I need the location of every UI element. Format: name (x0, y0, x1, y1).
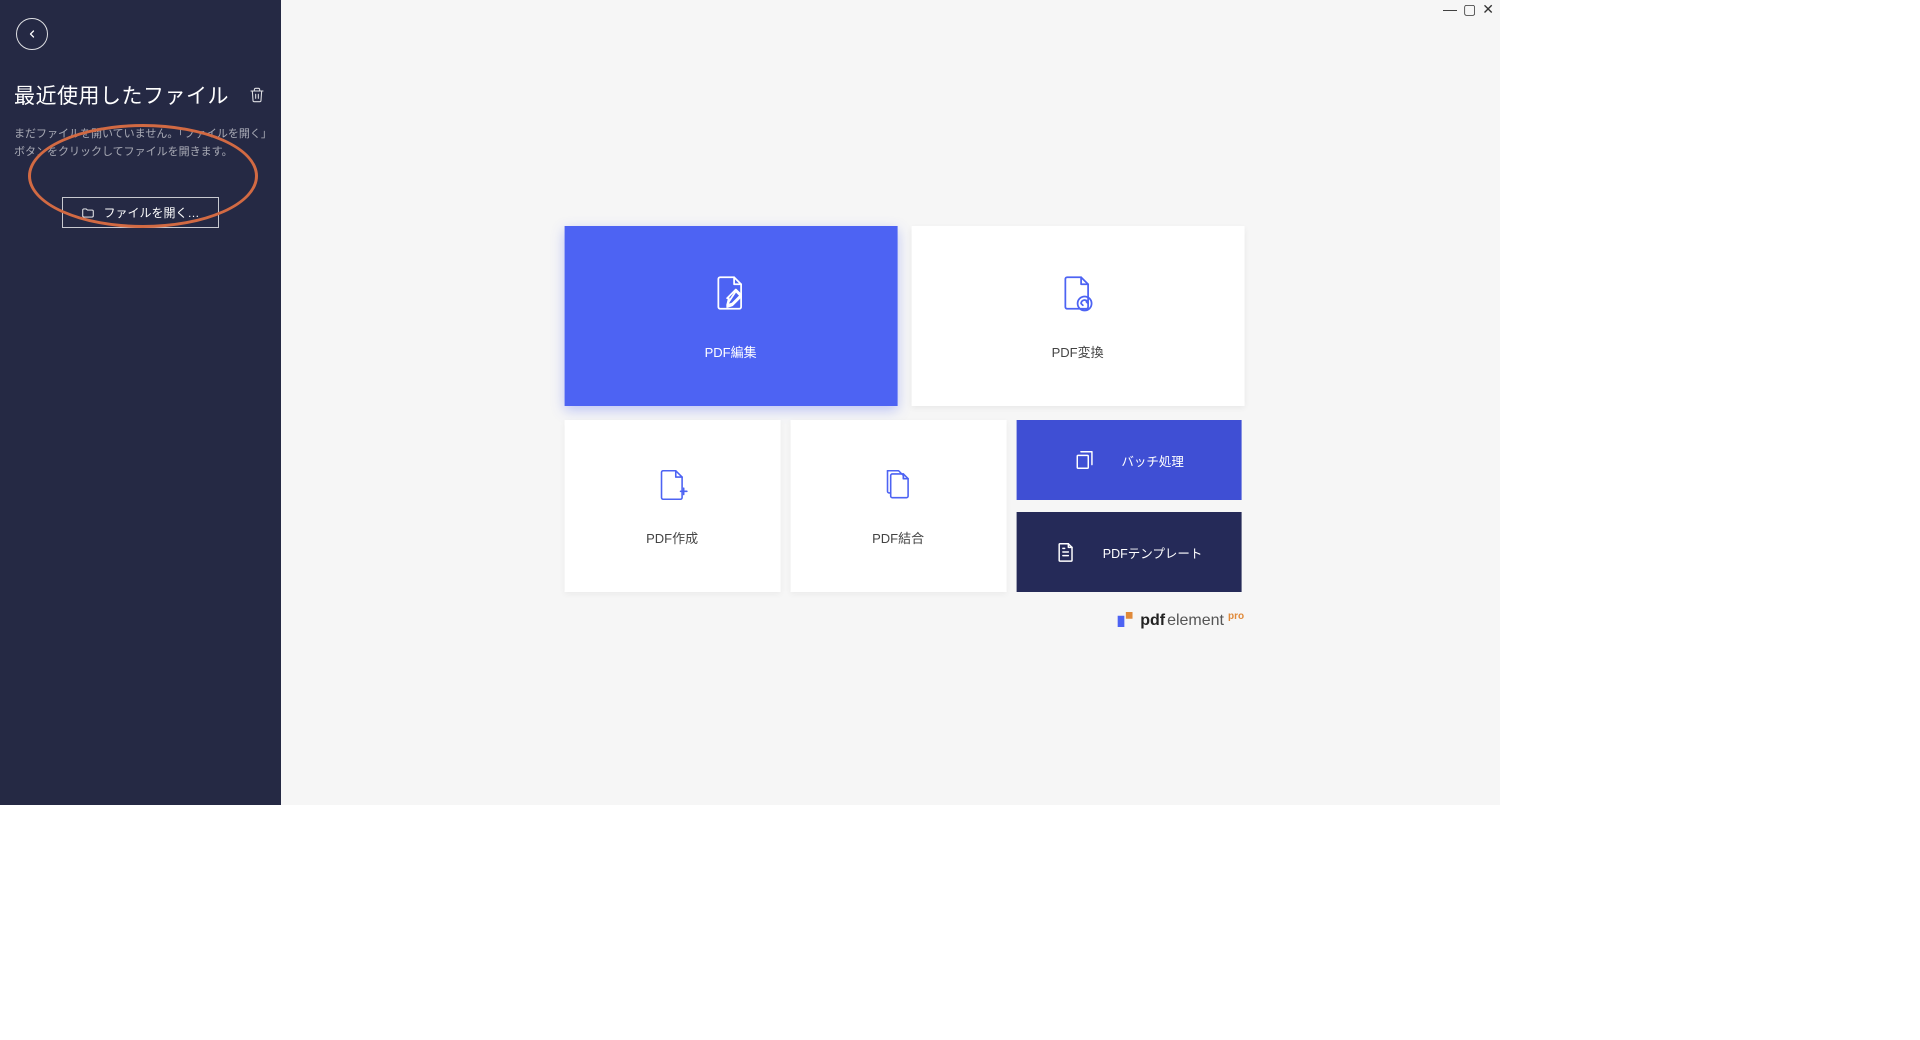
minimize-button[interactable]: — (1443, 2, 1457, 16)
tile-pdf-combine-label: PDF結合 (872, 528, 924, 547)
tile-pdf-convert[interactable]: PDF変換 (911, 226, 1244, 406)
brand-mark-icon (1117, 612, 1132, 627)
file-edit-icon (710, 272, 752, 314)
tile-batch-label: バッチ処理 (1121, 451, 1184, 470)
open-file-button[interactable]: ファイルを開く… (62, 197, 218, 228)
brand-element: element (1167, 612, 1224, 630)
batch-icon (1073, 449, 1095, 471)
template-icon (1055, 541, 1077, 563)
tile-batch[interactable]: バッチ処理 (1016, 420, 1241, 500)
brand-pdf: pdf (1140, 612, 1165, 630)
tile-pdf-convert-label: PDF変換 (1052, 342, 1104, 361)
recent-files-title: 最近使用したファイル (14, 80, 229, 110)
tile-grid: PDF編集 PDF変換 (564, 226, 1244, 592)
brand-pro: pro (1228, 611, 1244, 622)
brand-logo: pdfelement pro (564, 610, 1244, 630)
window-controls: — ▢ ✕ (1443, 2, 1494, 16)
tile-pdf-edit-label: PDF編集 (705, 342, 757, 361)
recent-empty-text: まだファイルを開いていません。「ファイルを開く」ボタンをクリックしてファイルを開… (14, 126, 267, 161)
open-file-label: ファイルを開く… (103, 204, 199, 221)
back-button[interactable] (16, 18, 48, 50)
tile-template-label: PDFテンプレート (1103, 543, 1203, 562)
close-button[interactable]: ✕ (1482, 2, 1494, 16)
main-area: — ▢ ✕ PDF編集 (281, 0, 1500, 805)
trash-icon[interactable] (249, 87, 265, 103)
tile-pdf-combine[interactable]: PDF結合 (790, 420, 1006, 592)
file-combine-icon (879, 466, 917, 504)
file-convert-icon (1057, 272, 1099, 314)
tile-pdf-edit[interactable]: PDF編集 (564, 226, 897, 406)
chevron-left-icon (26, 28, 38, 40)
sidebar: 最近使用したファイル まだファイルを開いていません。「ファイルを開く」ボタンをク… (0, 0, 281, 805)
folder-icon (81, 206, 95, 220)
file-create-icon (653, 466, 691, 504)
maximize-button[interactable]: ▢ (1463, 2, 1476, 16)
tile-pdf-create-label: PDF作成 (646, 528, 698, 547)
tile-template[interactable]: PDFテンプレート (1016, 512, 1241, 592)
tile-pdf-create[interactable]: PDF作成 (564, 420, 780, 592)
